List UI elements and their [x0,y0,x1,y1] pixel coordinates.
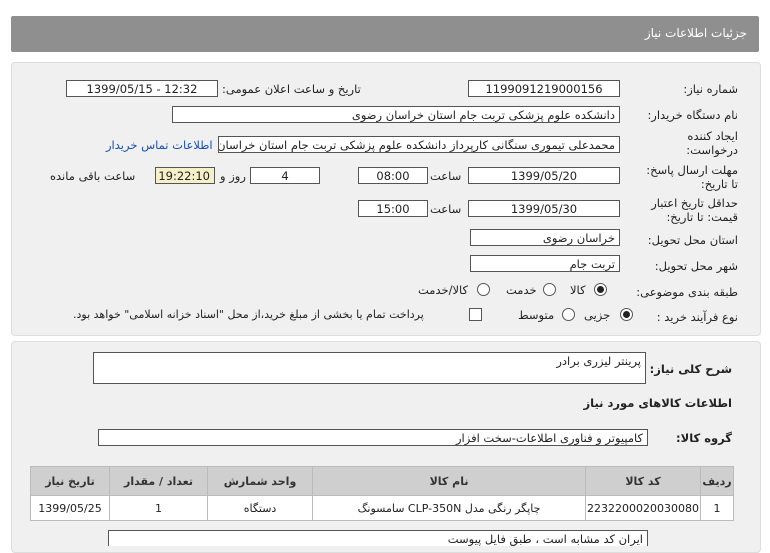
cell-code: 2232200020030080 [585,495,701,521]
treasury-note: پرداخت تمام یا بخشی از مبلغ خرید،از محل … [73,308,424,321]
cell-row: 1 [700,495,734,521]
col-name: نام کالا [312,466,587,496]
cat-goods-radio[interactable] [594,283,607,296]
city-label: شهر محل تحویل: [654,259,738,273]
summary-field[interactable]: پرینتر لیزری برادر [93,352,646,384]
cell-name: چاپگر رنگی مدل CLP-350N سامسونگ [312,495,587,521]
summary-label: شرح کلی نیاز: [649,362,732,376]
cat-service-label: خدمت [506,283,537,297]
pt-medium-label: متوسط [518,308,555,322]
deadline-date-field[interactable]: 1399/05/20 [468,167,620,184]
pt-partial-label: جزیی [584,308,611,322]
deadline-label-2: تا تاریخ: [700,177,738,191]
description-field[interactable]: ایران کد مشابه است ، طبق فایل پیوست [108,530,648,546]
days-field[interactable]: 4 [250,167,320,184]
province-label: استان محل تحویل: [647,233,738,247]
validity-date-field[interactable]: 1399/05/30 [468,200,620,217]
announce-label: تاریخ و ساعت اعلان عمومی: [222,82,361,96]
table-header-row: ردیف کد کالا نام کالا واحد شمارش تعداد /… [29,466,734,496]
goods-info-title: اطلاعات کالاهای مورد نیاز [583,396,732,410]
col-qty: تعداد / مقدار [109,466,209,496]
creator-label-1: ایجاد کننده [687,129,738,143]
need-number-label: شماره نیاز: [683,82,738,96]
purchase-type-label: نوع فرآیند خرید : [656,310,738,324]
deadline-time-field[interactable]: 08:00 [358,167,428,184]
page-header: جزئیات اطلاعات نیاز [11,16,759,52]
col-row: ردیف [700,466,734,496]
cat-goods-service-radio[interactable] [477,283,490,296]
category-label: طبقه بندی موضوعی: [636,285,738,299]
buyer-org-label: نام دستگاه خریدار: [647,108,738,122]
cell-unit: دستگاه [207,495,314,521]
creator-label-2: درخواست: [686,143,738,157]
cat-goods-label: کالا [570,283,586,297]
goods-table: ردیف کد کالا نام کالا واحد شمارش تعداد /… [29,466,734,521]
remaining-label: ساعت باقی مانده [50,169,136,183]
cell-date: 1399/05/25 [29,495,111,521]
deadline-time-label: ساعت [430,169,462,183]
col-code: کد کالا [585,466,701,496]
page-title: جزئیات اطلاعات نیاز [644,26,747,40]
treasury-checkbox[interactable] [469,308,482,321]
pt-partial-radio[interactable] [620,308,633,321]
cat-goods-service-label: کالا/خدمت [418,283,469,297]
validity-time-field[interactable]: 15:00 [358,200,428,217]
group-label: گروه کالا: [676,431,732,445]
col-date: تاریخ نیاز [29,466,111,496]
remaining-time-field: 19:22:10 [155,167,215,184]
announce-field[interactable]: 1399/05/15 - 12:32 [66,80,218,97]
creator-field[interactable]: محمدعلی تیموری سنگانی کارپرداز دانشکده ع… [218,136,620,153]
group-field[interactable]: کامپیوتر و فناوری اطلاعات-سخت افزار [98,429,648,446]
cell-qty: 1 [109,495,209,521]
province-field[interactable]: خراسان رضوی [470,229,620,246]
validity-label-2: قیمت: تا تاریخ: [666,210,738,224]
days-label: روز و [220,169,246,183]
pt-medium-radio[interactable] [562,308,575,321]
validity-label-1: حداقل تاریخ اعتبار [651,196,738,210]
col-unit: واحد شمارش [207,466,314,496]
deadline-label-1: مهلت ارسال پاسخ: [646,163,738,177]
table-row[interactable]: 1 2232200020030080 چاپگر رنگی مدل CLP-35… [29,495,734,521]
buyer-org-field[interactable]: دانشکده علوم پزشکی تربت جام استان خراسان… [172,106,620,123]
validity-time-label: ساعت [430,202,462,216]
cat-service-radio[interactable] [543,283,556,296]
need-number-field[interactable]: 1199091219000156 [468,80,620,97]
contact-buyer-link[interactable]: اطلاعات تماس خریدار [106,138,213,152]
city-field[interactable]: تربت جام [470,255,620,272]
